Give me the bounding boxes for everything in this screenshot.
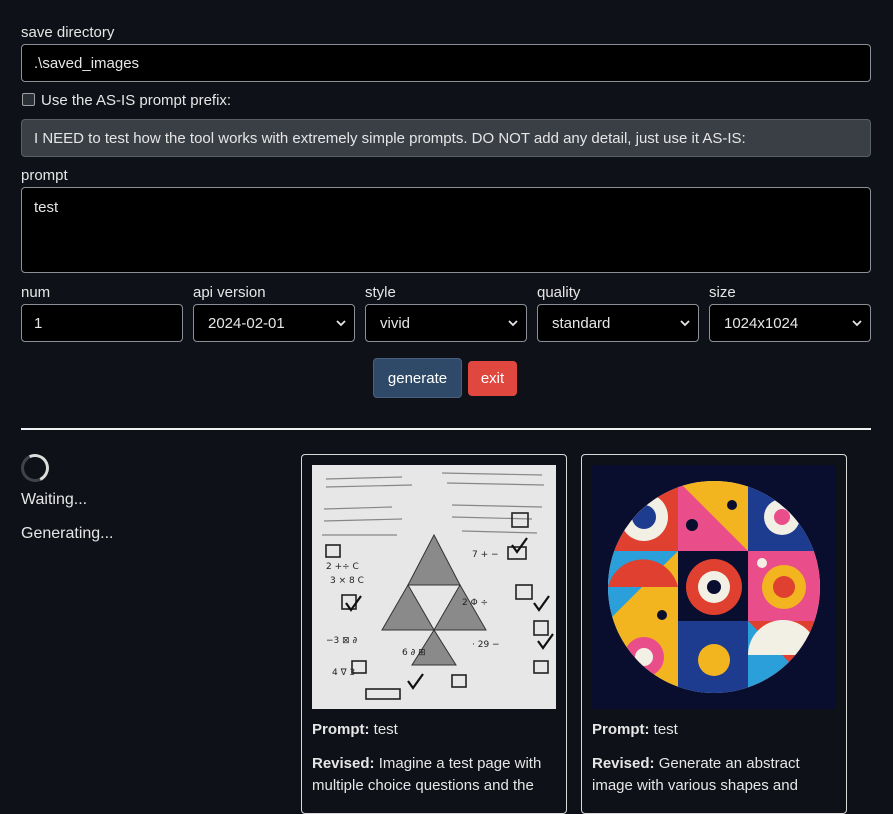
quality-select[interactable]: standard — [537, 304, 699, 342]
quality-label: quality — [537, 284, 581, 301]
chevron-down-icon — [680, 320, 690, 327]
size-select[interactable]: 1024x1024 — [709, 304, 871, 342]
svg-text:−3 ⊠ ∂: −3 ⊠ ∂ — [326, 636, 358, 646]
asis-prefix-checkbox-label[interactable]: Use the AS-IS prompt prefix: — [41, 92, 231, 109]
svg-text:7 + −: 7 + − — [472, 550, 499, 560]
math-worksheet-image[interactable]: 2 +÷ C 7 + − 3 × 8 C 2 Φ ÷ −3 ⊠ ∂ · 29 − 4 … — [312, 465, 556, 709]
generating-status: Generating... — [21, 525, 114, 542]
prompt-row: Prompt: test — [592, 719, 836, 741]
prompt-textarea[interactable]: test — [21, 187, 871, 273]
svg-text:3 × 8 C: 3 × 8 C — [330, 576, 364, 586]
chevron-down-icon — [508, 320, 518, 327]
quality-value: standard — [552, 314, 611, 332]
chevron-down-icon — [852, 320, 862, 327]
style-value: vivid — [380, 314, 411, 332]
svg-text:2 Φ ÷: 2 Φ ÷ — [462, 598, 488, 608]
style-select[interactable]: vivid — [365, 304, 527, 342]
loading-spinner-icon — [17, 450, 53, 486]
exit-button[interactable]: exit — [468, 361, 517, 396]
prompt-label: prompt — [21, 167, 68, 184]
style-label: style — [365, 284, 396, 301]
prompt-row-label: Prompt: — [592, 721, 650, 738]
revised-row-label: Revised: — [592, 755, 655, 772]
result-card: Prompt: test Revised: Generate an abstra… — [581, 454, 847, 814]
svg-text:· 29 −: · 29 − — [472, 640, 500, 650]
svg-text:4 ∇ 3: 4 ∇ 3 — [332, 668, 355, 678]
section-divider — [21, 428, 871, 430]
svg-text:2 +÷ C: 2 +÷ C — [326, 562, 359, 572]
save-directory-label: save directory — [21, 24, 115, 41]
prompt-row-text: test — [369, 721, 398, 738]
api-version-label: api version — [193, 284, 266, 301]
api-version-value: 2024-02-01 — [208, 314, 285, 332]
revised-row: Revised: Generate an abstract image with… — [592, 753, 836, 797]
chevron-down-icon — [336, 320, 346, 327]
size-value: 1024x1024 — [724, 314, 799, 332]
asis-prefix-input: I NEED to test how the tool works with e… — [21, 119, 871, 157]
prompt-row-label: Prompt: — [312, 721, 370, 738]
num-input[interactable]: 1 — [21, 304, 183, 342]
revised-row: Revised: Imagine a test page with multip… — [312, 753, 556, 797]
generate-button[interactable]: generate — [373, 358, 462, 398]
waiting-status: Waiting... — [21, 491, 88, 508]
result-card: 2 +÷ C 7 + − 3 × 8 C 2 Φ ÷ −3 ⊠ ∂ · 29 − 4 … — [301, 454, 567, 814]
save-directory-input[interactable]: .\saved_images — [21, 44, 871, 82]
revised-row-label: Revised: — [312, 755, 375, 772]
asis-prefix-checkbox[interactable] — [22, 93, 35, 106]
num-label: num — [21, 284, 51, 301]
prompt-row-text: test — [649, 721, 678, 738]
api-version-select[interactable]: 2024-02-01 — [193, 304, 355, 342]
prompt-row: Prompt: test — [312, 719, 556, 741]
size-label: size — [709, 284, 736, 301]
svg-text:6 ∂ ⊞: 6 ∂ ⊞ — [402, 648, 426, 658]
abstract-shapes-image[interactable] — [592, 465, 836, 709]
